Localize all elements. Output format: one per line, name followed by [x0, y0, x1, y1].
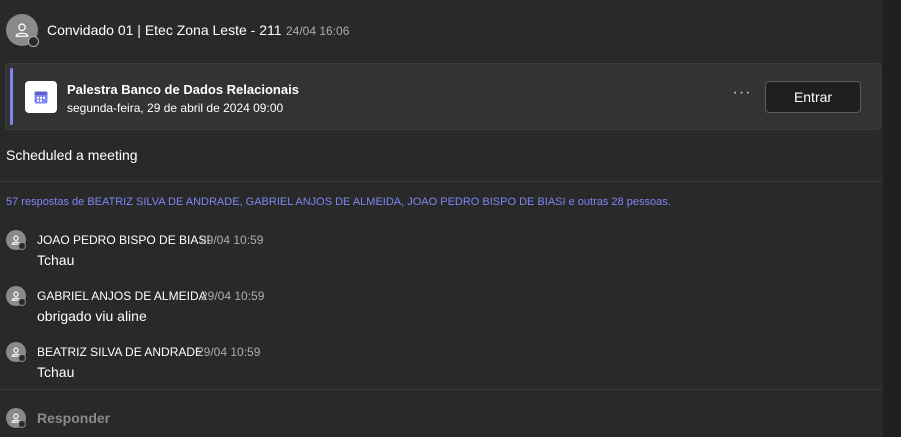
channel-post: Convidado 01 | Etec Zona Leste - 211 24/… [0, 0, 883, 437]
reply-time: 29/04 10:59 [201, 289, 265, 303]
reply-input[interactable]: Responder [37, 410, 110, 426]
reply-time: 29/04 10:59 [197, 345, 261, 359]
right-gutter [883, 0, 901, 437]
activity-text: Scheduled a meeting [6, 147, 138, 163]
divider [0, 181, 883, 182]
meeting-datetime: segunda-feira, 29 de abril de 2024 09:00 [67, 101, 284, 115]
reply-text: obrigado viu aline [37, 308, 147, 324]
meeting-title[interactable]: Palestra Banco de Dados Relacionais [67, 82, 299, 97]
post-timestamp: 24/04 16:06 [286, 24, 350, 38]
reply-text: Tchau [37, 252, 75, 268]
reply-item: GABRIEL ANJOS DE ALMEIDA 29/04 10:59 obr… [0, 286, 883, 336]
reply-time: 29/04 10:59 [200, 233, 264, 247]
presence-status-icon [28, 36, 39, 47]
replies-summary-link[interactable]: 57 respostas de BEATRIZ SILVA DE ANDRADE… [6, 196, 671, 208]
reply-author[interactable]: BEATRIZ SILVA DE ANDRADE [37, 345, 203, 359]
more-options-button[interactable]: ··· [732, 85, 752, 106]
calendar-icon [25, 81, 57, 113]
join-meeting-button[interactable]: Entrar [765, 81, 861, 113]
reply-item: JOAO PEDRO BISPO DE BIASI 29/04 10:59 Tc… [0, 230, 883, 280]
presence-status-icon [18, 298, 26, 306]
reply-author[interactable]: JOAO PEDRO BISPO DE BIASI [37, 233, 210, 247]
presence-status-icon [18, 242, 26, 250]
person-icon [15, 23, 29, 37]
presence-status-icon [18, 420, 26, 428]
reply-box[interactable]: Responder [0, 390, 883, 437]
card-accent-bar [10, 68, 13, 125]
presence-status-icon [18, 354, 26, 362]
reply-item: BEATRIZ SILVA DE ANDRADE 29/04 10:59 Tch… [0, 342, 883, 392]
post-author-name[interactable]: Convidado 01 | Etec Zona Leste - 211 [47, 22, 282, 38]
reply-author[interactable]: GABRIEL ANJOS DE ALMEIDA [37, 289, 207, 303]
meeting-card[interactable]: Palestra Banco de Dados Relacionais segu… [5, 63, 881, 130]
reply-text: Tchau [37, 364, 75, 380]
